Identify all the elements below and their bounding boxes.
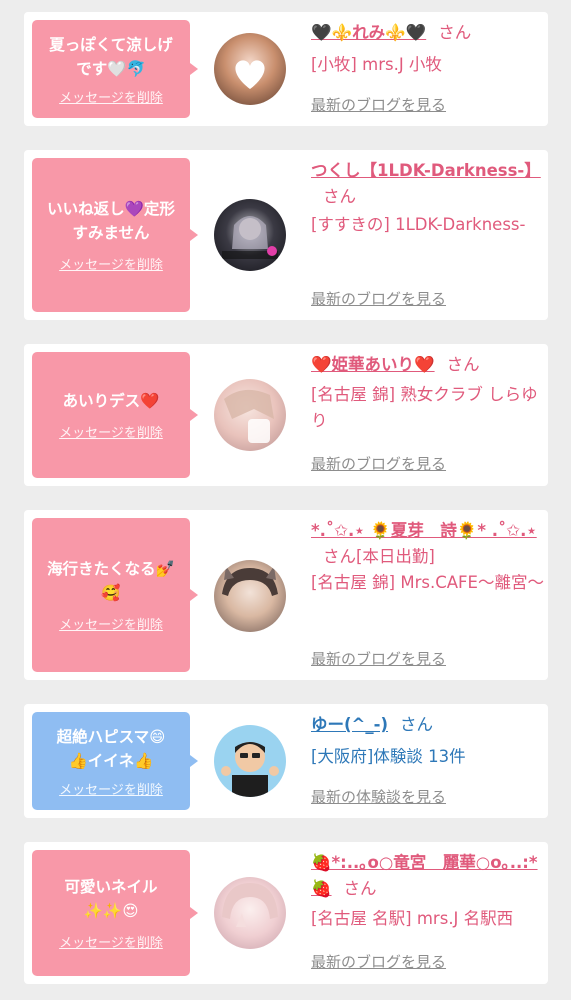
message-card: 夏っぽくて涼しげ です🤍🐬 メッセージを削除 🖤⚜️れみ⚜️🖤 さん [小牧] m…	[24, 12, 548, 126]
message-card: いいね返し💜定形 すみません メッセージを削除 つくし【1LDK-Darknes…	[24, 150, 548, 320]
message-bubble: 超絶ハピスマ😄 👍イイネ👍 メッセージを削除	[32, 712, 198, 810]
user-name-link[interactable]: つくし【1LDK-Darkness-】	[311, 161, 541, 180]
message-text: 超絶ハピスマ😄 👍イイネ👍	[56, 727, 166, 770]
user-info: ❤️姫華あいり❤️ さん [名古屋 錦] 熟女クラブ しらゆり	[311, 352, 547, 434]
message-bubble: 可愛いネイル ✨✨😍 メッセージを削除	[32, 850, 198, 976]
shop-location: [名古屋 名駅] mrs.J 名駅西	[311, 909, 514, 928]
delete-message-link[interactable]: メッセージを削除	[59, 254, 163, 273]
avatar[interactable]	[214, 379, 286, 451]
delete-message-link[interactable]: メッセージを削除	[59, 779, 163, 798]
profile-photo	[222, 566, 278, 596]
avatar[interactable]	[214, 725, 286, 797]
avatar[interactable]	[214, 877, 286, 949]
latest-blog-link[interactable]: 最新のブログを見る	[311, 94, 446, 115]
avatar[interactable]	[214, 560, 286, 632]
user-name-link[interactable]: ❤️姫華あいり❤️	[311, 355, 435, 374]
message-bubble: 夏っぽくて涼しげ です🤍🐬 メッセージを削除	[32, 20, 198, 118]
message-card: 超絶ハピスマ😄 👍イイネ👍 メッセージを削除 ゆー(^_-) さん [大阪府]体験…	[24, 704, 548, 818]
avatar[interactable]	[214, 33, 286, 105]
avatar[interactable]	[214, 199, 286, 271]
message-text: 夏っぽくて涼しげ です🤍🐬	[49, 35, 173, 78]
message-bubble: 海行きたくなる💅 🥰 メッセージを削除	[32, 518, 198, 672]
message-text: あいりデス❤️	[62, 392, 160, 410]
message-text: 海行きたくなる💅 🥰	[47, 560, 175, 602]
user-name-link[interactable]: *.˚✩.⋆ 🌻夏芽 詩🌻* .˚✩.⋆	[311, 521, 537, 540]
shop-location: [小牧] mrs.J 小牧	[311, 55, 442, 74]
honorific: さん	[438, 23, 472, 42]
delete-message-link[interactable]: メッセージを削除	[59, 422, 163, 441]
delete-message-link[interactable]: メッセージを削除	[59, 932, 163, 951]
avatar-illustration	[221, 742, 279, 797]
latest-blog-link[interactable]: 最新のブログを見る	[311, 951, 446, 972]
honorific: さん	[343, 879, 377, 898]
latest-blog-link[interactable]: 最新のブログを見る	[311, 453, 446, 474]
review-count: [大阪府]体験談 13件	[311, 747, 466, 766]
user-info: ゆー(^_-) さん [大阪府]体験談 13件	[311, 712, 547, 770]
honorific: さん	[323, 187, 356, 206]
latest-blog-link[interactable]: 最新のブログを見る	[311, 288, 446, 309]
user-info: つくし【1LDK-Darkness-】さん [すすきの] 1LDK-Darkne…	[311, 158, 547, 238]
message-card: 可愛いネイル ✨✨😍 メッセージを削除 🍓*:..｡o○竜宮 麗華○o｡..:*…	[24, 842, 548, 984]
message-text: いいね返し💜定形 すみません	[47, 200, 175, 242]
message-bubble: あいりデス❤️ メッセージを削除	[32, 352, 198, 478]
work-status: [本日出勤]	[356, 547, 435, 566]
shop-location: [名古屋 錦] 熟女クラブ しらゆり	[311, 385, 538, 430]
honorific: さん	[323, 547, 356, 566]
user-name-link[interactable]: ゆー(^_-)	[311, 715, 388, 734]
user-info: *.˚✩.⋆ 🌻夏芽 詩🌻* .˚✩.⋆ さん[本日出勤] [名古屋 錦] Mrs…	[311, 518, 547, 596]
honorific: さん	[446, 355, 480, 374]
profile-photo	[222, 216, 278, 259]
shop-location: [すすきの] 1LDK-Darkness-	[311, 215, 526, 234]
profile-photo	[224, 389, 274, 443]
message-card: 海行きたくなる💅 🥰 メッセージを削除 *.˚✩.⋆ 🌻夏芽 詩🌻* .˚✩.⋆…	[24, 510, 548, 680]
message-bubble: いいね返し💜定形 すみません メッセージを削除	[32, 158, 198, 312]
profile-photo	[222, 883, 278, 927]
latest-review-link[interactable]: 最新の体験談を見る	[311, 786, 446, 807]
honorific: さん	[400, 715, 434, 734]
user-name-link[interactable]: 🖤⚜️れみ⚜️🖤	[311, 23, 426, 42]
message-text: 可愛いネイル ✨✨😍	[64, 878, 158, 920]
shop-location: [名古屋 錦] Mrs.CAFE〜離宮〜	[311, 573, 544, 592]
user-info: 🖤⚜️れみ⚜️🖤 さん [小牧] mrs.J 小牧	[311, 20, 547, 78]
heart-sticker-icon	[235, 60, 265, 89]
delete-message-link[interactable]: メッセージを削除	[59, 614, 163, 633]
latest-blog-link[interactable]: 最新のブログを見る	[311, 648, 446, 669]
delete-message-link[interactable]: メッセージを削除	[59, 87, 163, 106]
message-card: あいりデス❤️ メッセージを削除 ❤️姫華あいり❤️ さん [名古屋 錦] 熟女ク…	[24, 344, 548, 486]
user-info: 🍓*:..｡o○竜宮 麗華○o｡..:*🍓 さん [名古屋 名駅] mrs.J 名…	[311, 850, 547, 932]
